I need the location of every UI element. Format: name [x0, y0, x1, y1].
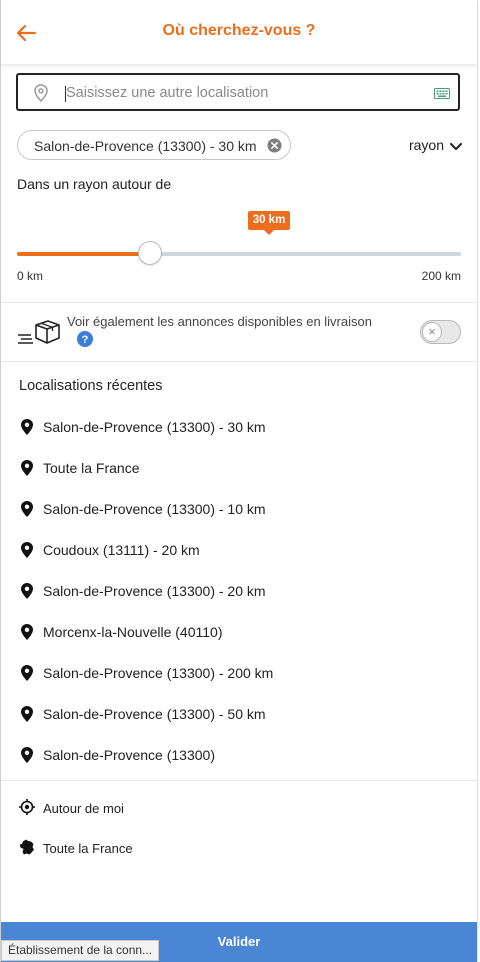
map-pin-icon	[21, 747, 33, 763]
delivery-option-text: Voir également les annonces disponibles …	[67, 314, 372, 329]
svg-text:?: ?	[82, 334, 89, 346]
recent-location-item[interactable]: Salon-de-Provence (13300) - 30 km	[0, 407, 477, 448]
chip-label: Salon-de-Provence (13300) - 30 km	[34, 138, 257, 154]
help-icon[interactable]: ?	[77, 331, 93, 347]
recent-location-item[interactable]: Salon-de-Provence (13300) - 10 km	[0, 489, 477, 530]
recent-location-item[interactable]: Morcenx-la-Nouvelle (40110)	[0, 612, 477, 653]
toggle-knob-off-icon: ×	[422, 322, 442, 342]
recent-locations-list: Salon-de-Provence (13300) - 30 km Toute …	[0, 407, 477, 776]
around-me-option[interactable]: Autour de moi	[0, 797, 477, 821]
radius-mode-label: rayon	[408, 137, 444, 153]
delivery-package-icon	[18, 320, 60, 344]
all-france-label: Toute la France	[43, 841, 133, 856]
france-map-icon	[19, 839, 34, 855]
text-cursor	[65, 86, 66, 102]
search-box[interactable]	[16, 73, 460, 111]
location-pin-icon	[34, 84, 48, 102]
keyboard-icon[interactable]	[434, 88, 450, 99]
around-me-label: Autour de moi	[43, 801, 124, 816]
header: Où cherchez-vous ?	[1, 0, 477, 65]
chevron-down-icon	[450, 143, 462, 150]
divider	[1, 302, 477, 303]
radius-slider-fill	[17, 252, 151, 256]
map-pin-icon	[21, 624, 33, 640]
delivery-toggle[interactable]: ×	[420, 320, 461, 344]
map-pin-icon	[21, 419, 33, 435]
slider-value-tooltip: 30 km	[248, 211, 290, 230]
all-france-option[interactable]: Toute la France	[0, 837, 477, 861]
slider-max-label: 200 km	[421, 269, 461, 283]
page-title: Où cherchez-vous ?	[162, 22, 316, 39]
selected-location-chip[interactable]: Salon-de-Provence (13300) - 30 km	[17, 130, 291, 160]
window-border-right	[477, 0, 478, 962]
recent-locations-title: Localisations récentes	[19, 378, 163, 394]
map-pin-icon	[21, 706, 33, 722]
radius-mode-dropdown[interactable]: rayon	[409, 137, 462, 153]
recent-location-item[interactable]: Salon-de-Provence (13300)	[0, 735, 477, 776]
map-pin-icon	[21, 665, 33, 681]
crosshair-location-icon	[19, 799, 35, 815]
map-pin-icon	[21, 542, 33, 558]
tooltip-arrow	[264, 230, 274, 235]
recent-location-item[interactable]: Coudoux (13111) - 20 km	[0, 530, 477, 571]
recent-location-item[interactable]: Salon-de-Provence (13300) - 20 km	[0, 571, 477, 612]
map-pin-icon	[21, 460, 33, 476]
search-input[interactable]	[64, 78, 428, 108]
radius-heading: Dans un rayon autour de	[17, 176, 172, 192]
slider-min-label: 0 km	[17, 269, 44, 283]
recent-location-item[interactable]: Salon-de-Provence (13300) - 200 km	[0, 653, 477, 694]
divider	[1, 361, 477, 362]
browser-status-bar: Établissement de la conn...	[1, 940, 160, 961]
map-pin-icon	[21, 501, 33, 517]
clear-chip-icon[interactable]	[267, 138, 282, 153]
radius-slider-track[interactable]	[17, 241, 461, 265]
radius-slider-thumb[interactable]	[138, 241, 163, 265]
map-pin-icon	[21, 583, 33, 599]
divider	[1, 780, 477, 781]
recent-location-item[interactable]: Salon-de-Provence (13300) - 50 km	[0, 694, 477, 735]
recent-location-item[interactable]: Toute la France	[0, 448, 477, 489]
